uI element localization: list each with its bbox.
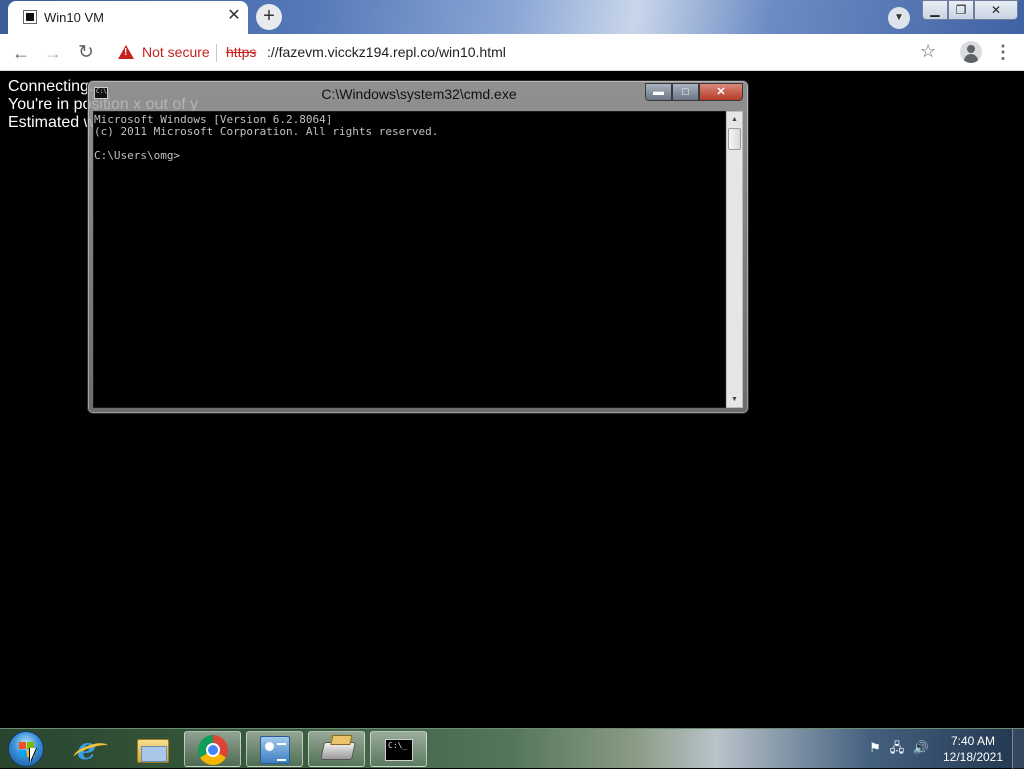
taskbar-control-panel[interactable]	[246, 731, 303, 767]
console-output: Microsoft Windows [Version 6.2.8064] (c)…	[94, 113, 439, 162]
forward-button[interactable]: →	[41, 41, 65, 65]
taskbar-removable-drive[interactable]	[308, 731, 365, 767]
cmd-scrollbar[interactable]: ▲ ▼	[726, 111, 743, 408]
volume-icon[interactable]: 🔊	[912, 739, 930, 757]
show-desktop-button[interactable]	[1012, 729, 1024, 769]
mouse-cursor-icon	[30, 748, 36, 762]
bookmark-star-icon[interactable]: ☆	[920, 41, 936, 62]
folder-icon	[137, 739, 169, 763]
favicon-icon	[23, 10, 37, 24]
address-bar[interactable]: ! Not secure https ://fazevm.vicckz194.r…	[108, 38, 950, 67]
cmd-close-button[interactable]: ✕	[699, 83, 743, 101]
clock-time: 7:40 AM	[950, 734, 996, 748]
control-panel-icon	[260, 736, 290, 764]
taskbar-windows-explorer[interactable]	[123, 731, 180, 767]
url-scheme: https	[226, 44, 257, 60]
profile-icon[interactable]	[960, 41, 982, 63]
cmd-console[interactable]: Microsoft Windows [Version 6.2.8064] (c)…	[93, 111, 726, 408]
browser-tab-strip: Win10 VM ✕ + ▼ ▁ ❐ ✕	[0, 0, 1024, 34]
url-text: ://fazevm.vicckz194.repl.co/win10.html	[267, 44, 506, 60]
action-center-flag-icon[interactable]: ⚑	[866, 739, 884, 757]
scroll-down-icon[interactable]: ▼	[727, 392, 742, 407]
vm-screen[interactable]: Connecting... You're in position x out o…	[0, 71, 1024, 728]
taskbar: e C:\_ ⚑ 🖧 🔊 7:40 AM 12/18/2021	[0, 728, 1024, 769]
window-close-button[interactable]: ✕	[974, 0, 1018, 20]
taskbar-internet-explorer[interactable]: e	[62, 731, 119, 767]
menu-icon[interactable]: ⋮	[994, 41, 1012, 65]
address-separator	[216, 44, 217, 62]
reload-button[interactable]: ↻	[74, 41, 98, 65]
taskbar-command-prompt[interactable]: C:\_	[370, 731, 427, 767]
system-clock[interactable]: 7:40 AM 12/18/2021	[938, 733, 1008, 765]
window-restore-button[interactable]: ❐	[948, 0, 974, 20]
cmd-window[interactable]: C:\ C:\Windows\system32\cmd.exe ▬ □ ✕ Mi…	[87, 80, 749, 414]
tab-title: Win10 VM	[44, 10, 104, 25]
back-button[interactable]: ←	[9, 41, 33, 65]
tab-close-icon[interactable]: ✕	[224, 6, 244, 26]
clock-date: 12/18/2021	[942, 750, 1004, 764]
scroll-up-icon[interactable]: ▲	[727, 112, 742, 127]
network-icon[interactable]: 🖧	[888, 739, 906, 757]
cmd-icon: C:\_	[385, 739, 413, 761]
window-minimize-button[interactable]: ▁	[922, 0, 948, 20]
start-button[interactable]	[8, 731, 44, 767]
tab-search-button[interactable]: ▼	[888, 7, 910, 29]
new-tab-button[interactable]: +	[256, 4, 282, 30]
scroll-thumb[interactable]	[728, 128, 741, 150]
drive-icon	[320, 742, 356, 760]
cmd-minimize-button[interactable]: ▬	[645, 83, 672, 101]
ie-icon: e	[77, 732, 97, 767]
warning-icon[interactable]: !	[118, 45, 134, 59]
chrome-icon	[198, 735, 228, 765]
browser-toolbar: ← → ↻ ! Not secure https ://fazevm.vicck…	[0, 34, 1024, 71]
notification-area: ⚑ 🖧 🔊	[862, 739, 932, 759]
browser-tab[interactable]: Win10 VM ✕	[8, 1, 248, 34]
cmd-maximize-button[interactable]: □	[672, 83, 699, 101]
security-status-label[interactable]: Not secure	[142, 44, 210, 60]
taskbar-google-chrome[interactable]	[184, 731, 241, 767]
